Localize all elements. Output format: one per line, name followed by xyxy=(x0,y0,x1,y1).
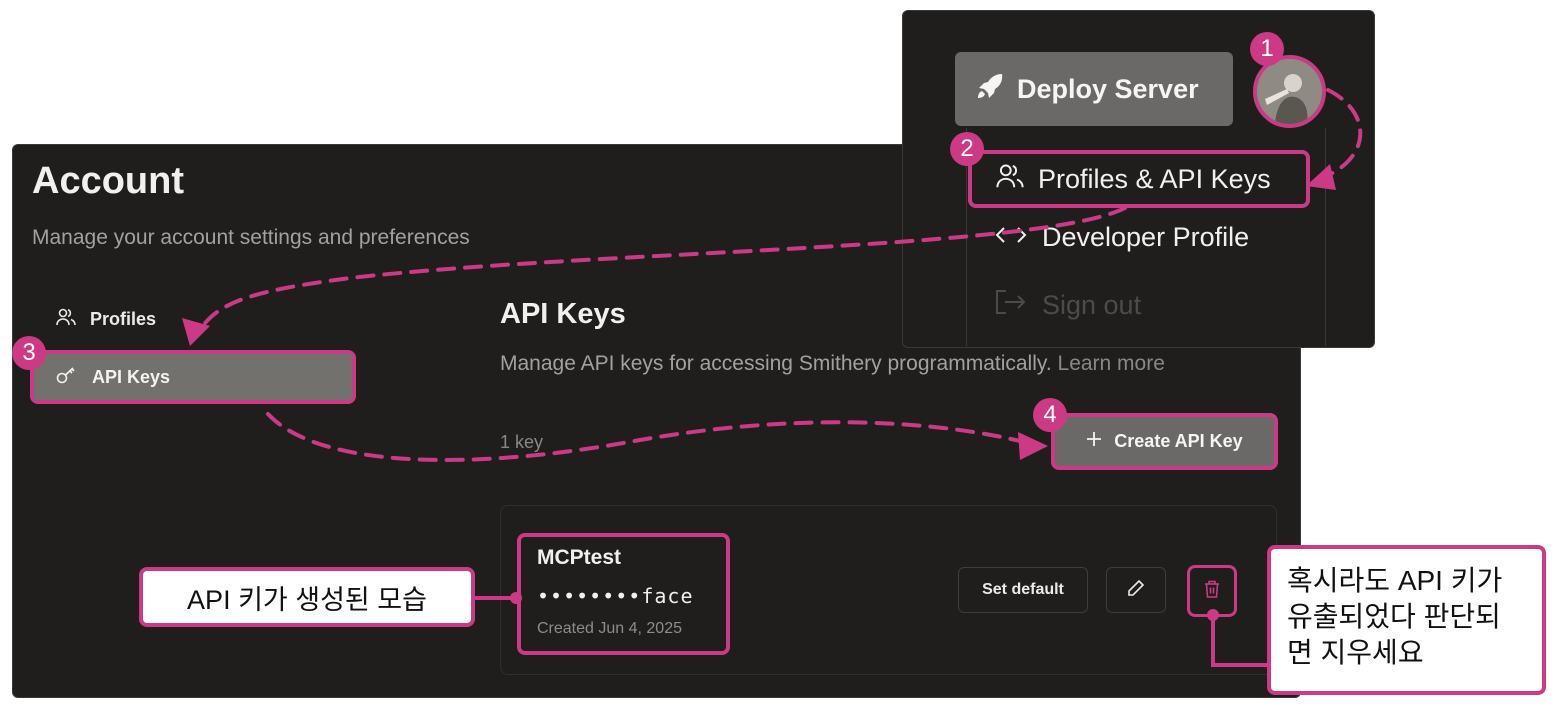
sidebar-item-profiles[interactable]: Profiles xyxy=(34,298,334,340)
menu-item-label: Sign out xyxy=(1042,290,1142,320)
step-badge-3: 3 xyxy=(12,336,46,370)
menu-item-profiles-api-keys[interactable]: Profiles & API Keys xyxy=(968,150,1310,208)
sidebar-item-label: API Keys xyxy=(92,366,171,387)
key-icon xyxy=(56,365,78,390)
learn-more-link[interactable]: Learn more xyxy=(1058,352,1165,375)
menu-item-developer-profile[interactable]: Developer Profile xyxy=(994,222,1249,253)
section-subtitle-text: Manage API keys for accessing Smithery p… xyxy=(500,352,1052,375)
edit-key-button[interactable] xyxy=(1106,567,1166,613)
menu-item-sign-out[interactable]: Sign out xyxy=(994,288,1141,323)
avatar[interactable] xyxy=(1253,55,1326,128)
callout-line: 혹시라도 API 키가 xyxy=(1287,565,1503,596)
menu-item-label: Developer Profile xyxy=(1042,222,1250,252)
users-icon xyxy=(56,307,76,332)
code-arrows-icon xyxy=(994,222,1028,253)
api-key-created-date: Created Jun 4, 2025 xyxy=(537,620,682,637)
rocket-icon xyxy=(975,71,1005,108)
trash-icon xyxy=(1203,579,1221,604)
create-api-key-button[interactable]: Create API Key xyxy=(1051,413,1278,470)
step-badge-1: 1 xyxy=(1250,32,1284,66)
pencil-icon xyxy=(1126,578,1146,603)
sign-out-icon xyxy=(994,288,1028,323)
deploy-server-button[interactable]: Deploy Server xyxy=(955,52,1233,126)
section-title: API Keys xyxy=(500,298,626,330)
key-count: 1 key xyxy=(500,432,544,452)
step-badge-4: 4 xyxy=(1033,398,1067,432)
menu-item-label: Profiles & API Keys xyxy=(1038,163,1271,194)
api-key-masked-value: ••••••••face xyxy=(537,584,694,608)
plus-icon xyxy=(1086,431,1102,452)
callout-delete-warning: 혹시라도 API 키가 유출되었다 판단되 면 지우세요 xyxy=(1267,545,1546,695)
sidebar-item-label: Profiles xyxy=(90,308,157,329)
delete-key-button[interactable] xyxy=(1187,565,1237,617)
api-key-name: MCPtest xyxy=(537,546,622,569)
page-title: Account xyxy=(32,160,184,202)
callout-line: 유출되었다 판단되 xyxy=(1287,601,1501,632)
users-icon xyxy=(996,162,1024,197)
sidebar-item-api-keys[interactable]: API Keys xyxy=(30,350,356,404)
page-subtitle: Manage your account settings and prefere… xyxy=(32,226,470,249)
step-badge-2: 2 xyxy=(950,132,984,166)
set-default-button[interactable]: Set default xyxy=(958,567,1088,613)
section-subtitle: Manage API keys for accessing Smithery p… xyxy=(500,352,1165,376)
create-api-key-label: Create API Key xyxy=(1114,431,1243,451)
callout-line: 면 지우세요 xyxy=(1287,637,1424,668)
callout-key-created: API 키가 생성된 모습 xyxy=(139,567,475,627)
deploy-server-label: Deploy Server xyxy=(1017,73,1199,104)
